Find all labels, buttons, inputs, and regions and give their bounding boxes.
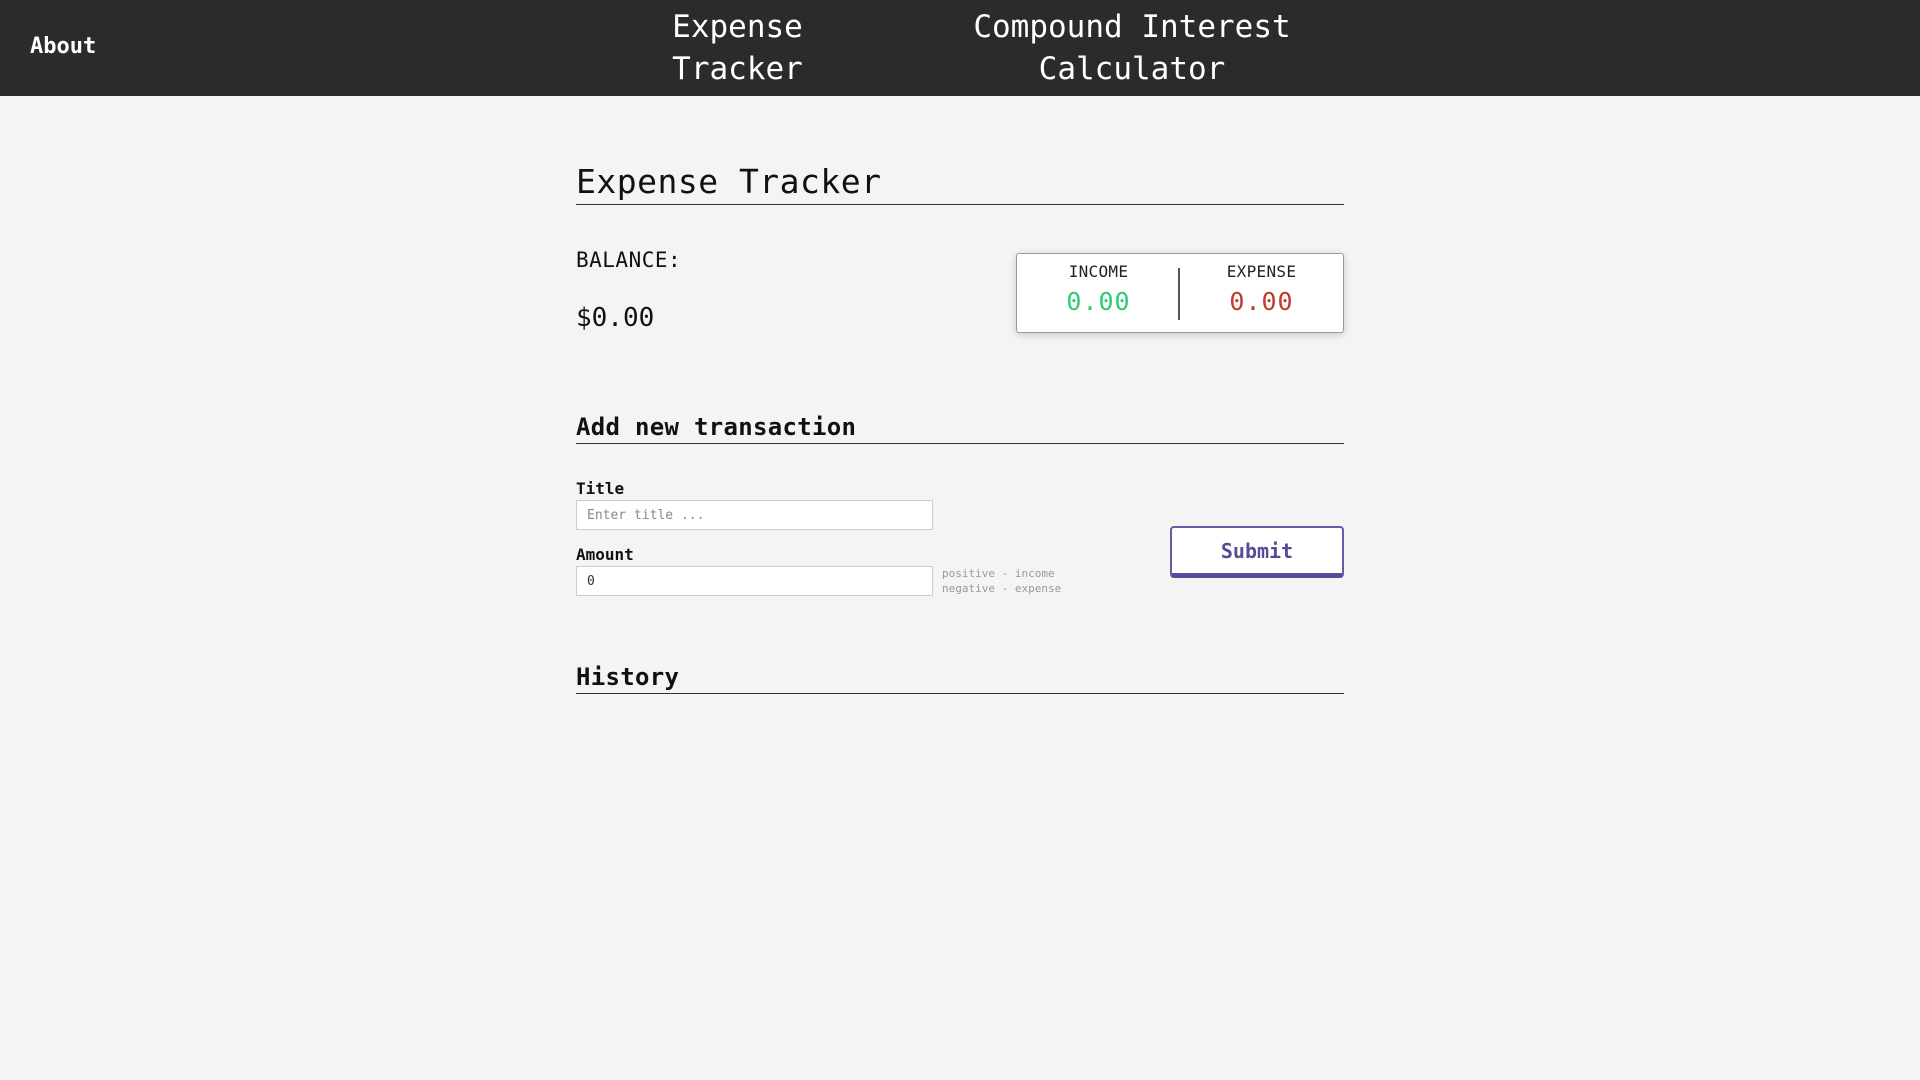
expense-column: EXPENSE 0.00: [1180, 254, 1343, 334]
page-title: Expense Tracker: [576, 162, 1344, 205]
balance-label: BALANCE:: [576, 248, 682, 272]
top-navbar: About Expense Tracker Compound Interest …: [0, 0, 1920, 96]
submit-button[interactable]: Submit: [1170, 526, 1344, 578]
expense-label: EXPENSE: [1226, 262, 1297, 281]
nav-compound-interest-link[interactable]: Compound Interest Calculator: [952, 6, 1312, 90]
nav-expense-tracker-link[interactable]: Expense Tracker: [660, 6, 815, 90]
amount-hint-positive: positive - income: [942, 567, 1055, 580]
amount-field-label: Amount: [576, 545, 634, 564]
expense-value: 0.00: [1229, 287, 1294, 316]
income-value: 0.00: [1066, 287, 1131, 316]
amount-hint-negative: negative - expense: [942, 582, 1062, 595]
title-input[interactable]: [576, 500, 933, 530]
income-label: INCOME: [1068, 262, 1129, 281]
nav-about-link[interactable]: About: [30, 34, 96, 59]
add-transaction-heading: Add new transaction: [576, 412, 1344, 444]
balance-value: $0.00: [576, 303, 655, 333]
income-expense-card: INCOME 0.00 EXPENSE 0.00: [1016, 253, 1344, 333]
amount-hint: positive - income negative - expense: [942, 566, 1061, 596]
history-heading: History: [576, 662, 1344, 694]
amount-input[interactable]: [576, 566, 933, 596]
income-column: INCOME 0.00: [1017, 254, 1180, 334]
title-field-label: Title: [576, 479, 625, 498]
